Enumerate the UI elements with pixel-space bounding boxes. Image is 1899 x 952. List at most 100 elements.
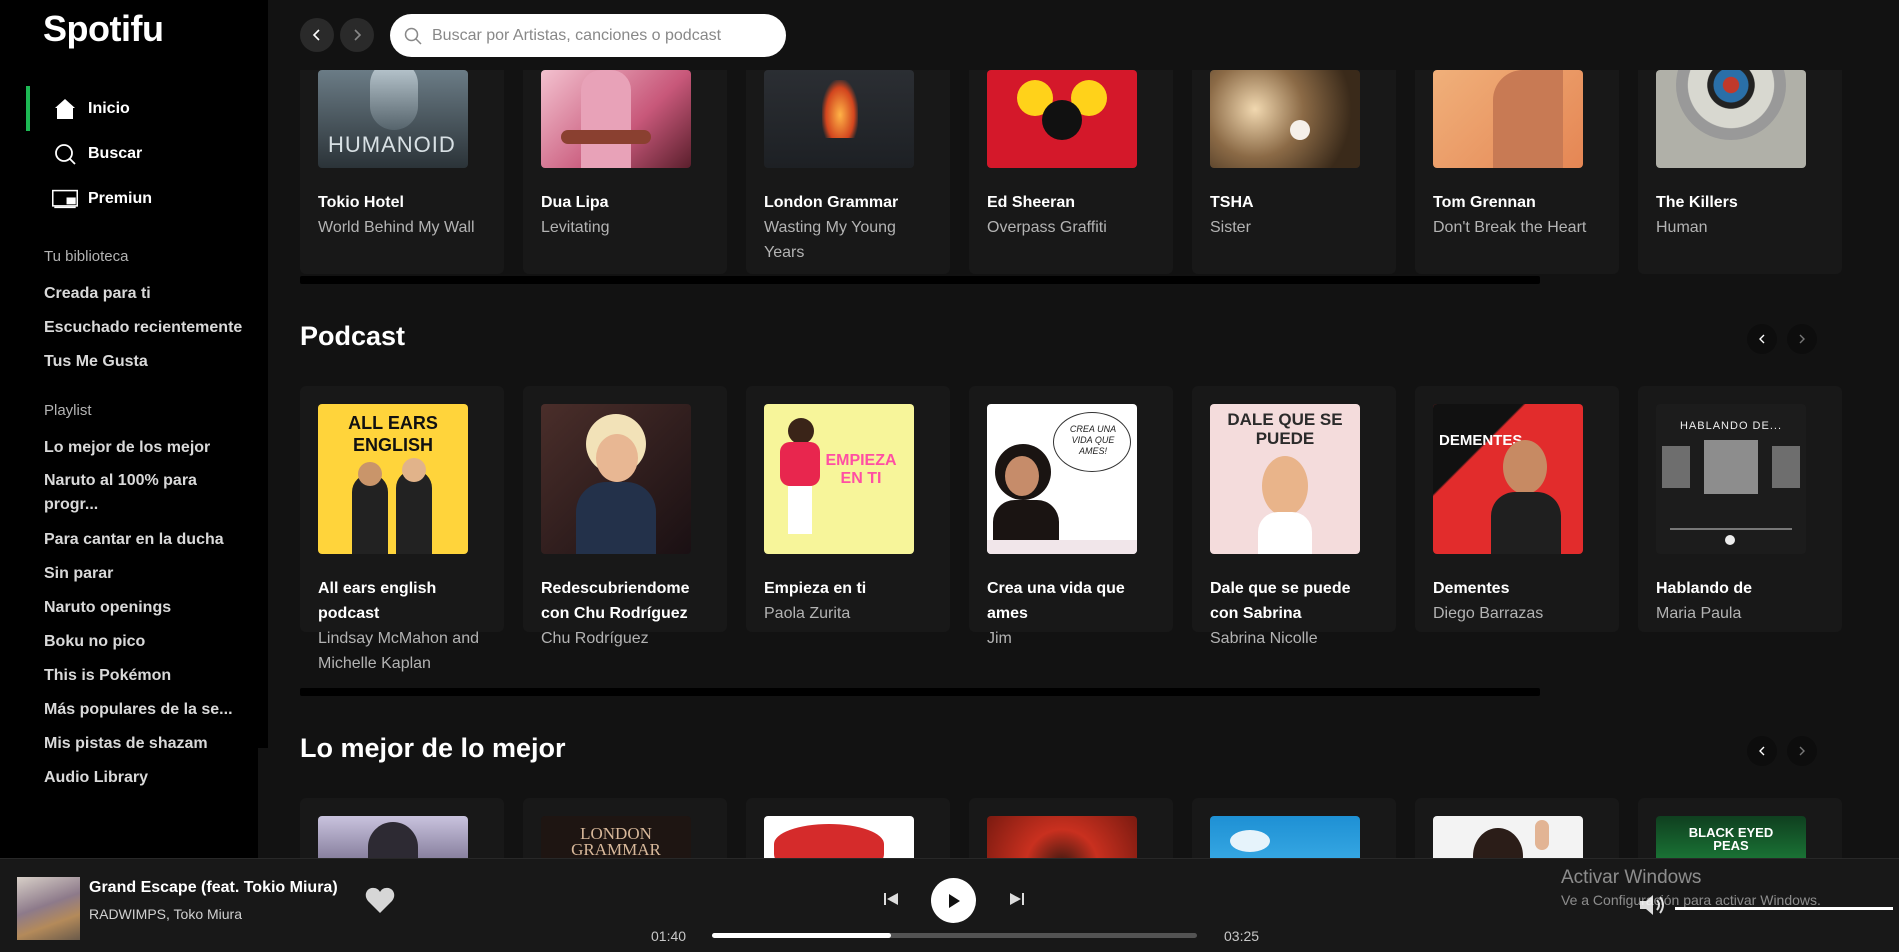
library-item[interactable]: Creada para ti: [44, 277, 264, 311]
album-card[interactable]: [1415, 798, 1619, 858]
like-heart-icon[interactable]: [365, 886, 395, 919]
now-playing-cover[interactable]: [17, 877, 80, 940]
library-item[interactable]: Escuchado recientemente: [44, 311, 264, 345]
album-card[interactable]: BLACK EYED PEAS: [1638, 798, 1842, 858]
forward-button[interactable]: [340, 18, 374, 52]
album-cover: [1433, 816, 1583, 858]
album-cover: LONDON GRAMMAR: [541, 816, 691, 858]
playlist-heading: Playlist: [44, 402, 92, 419]
card-title: Crea una vida que ames: [987, 580, 1125, 622]
playlist-item[interactable]: Para cantar en la ducha: [44, 523, 264, 557]
chevron-left-icon: [312, 29, 320, 41]
song-card[interactable]: TSHA Sister: [1192, 70, 1396, 274]
song-card[interactable]: The Killers Human: [1638, 70, 1842, 274]
podcast-card[interactable]: DEMENTES Dementes Diego Barrazas: [1415, 386, 1619, 632]
card-title: Redescubriendome con Chu Rodríguez: [541, 580, 690, 622]
album-card[interactable]: [746, 798, 950, 858]
chevron-left-icon: [1759, 334, 1765, 344]
song-card[interactable]: Ed Sheeran Overpass Graffiti: [969, 70, 1173, 274]
cover-text: HABLANDO DE...: [1679, 420, 1783, 432]
playlist-item[interactable]: Boku no pico: [44, 625, 264, 659]
card-subtitle: Overpass Graffiti: [987, 219, 1107, 236]
cover-text: BLACK EYED PEAS: [1688, 825, 1774, 853]
play-button[interactable]: [931, 878, 976, 923]
album-card[interactable]: [300, 798, 504, 858]
carousel-prev-button[interactable]: [1747, 736, 1777, 766]
card-subtitle: Diego Barrazas: [1433, 605, 1544, 622]
library-item[interactable]: Tus Me Gusta: [44, 345, 264, 379]
card-title: Dua Lipa: [541, 194, 609, 211]
podcast-card[interactable]: EMPIEZA EN TI Empieza en ti Paola Zurita: [746, 386, 950, 632]
nav-item-buscar[interactable]: Buscar: [26, 131, 258, 176]
elapsed-time: 01:40: [651, 928, 687, 944]
podcast-card[interactable]: HABLANDO DE... Hablando de Maria Paula: [1638, 386, 1842, 632]
nav-item-premiun[interactable]: Premiun: [26, 176, 258, 221]
songs-row-scrollbar[interactable]: [300, 276, 1540, 284]
podcast-card[interactable]: CREA UNA VIDA QUE AMES! Crea una vida qu…: [969, 386, 1173, 647]
app-logo[interactable]: Spotifu: [43, 8, 164, 50]
cover-text: LONDON GRAMMAR: [571, 824, 661, 858]
search-icon: [52, 141, 78, 167]
song-card[interactable]: Tom Grennan Don't Break the Heart: [1415, 70, 1619, 274]
album-card[interactable]: [1192, 798, 1396, 858]
podcast-cover: DEMENTES: [1433, 404, 1583, 554]
card-subtitle: Levitating: [541, 219, 610, 236]
now-playing-title[interactable]: Grand Escape (feat. Tokio Miura): [89, 879, 338, 897]
card-title: All ears english podcast: [318, 580, 437, 622]
album-cover: [1433, 70, 1583, 168]
card-title: Ed Sheeran: [987, 194, 1076, 211]
card-subtitle: Wasting My Young Years: [764, 219, 896, 261]
album-card[interactable]: [969, 798, 1173, 858]
card-title: Tom Grennan: [1433, 194, 1536, 211]
previous-track-button[interactable]: [883, 891, 899, 912]
album-card[interactable]: LONDON GRAMMAR: [523, 798, 727, 858]
album-cover: [541, 70, 691, 168]
podcast-card[interactable]: ALL EARS ENGLISH All ears english podcas…: [300, 386, 504, 672]
section-title-podcast: Podcast: [300, 321, 406, 351]
carousel-next-button[interactable]: [1787, 736, 1817, 766]
nav-item-label: Inicio: [88, 99, 130, 117]
skip-forward-icon: [1010, 893, 1024, 905]
playlist-item[interactable]: Sin parar: [44, 557, 264, 591]
album-cover: [1210, 70, 1360, 168]
podcast-cover: HABLANDO DE...: [1656, 404, 1806, 554]
playlist-item[interactable]: Naruto openings: [44, 591, 264, 625]
podcast-card[interactable]: DALE QUE SE PUEDE Dale que se puede con …: [1192, 386, 1396, 647]
card-subtitle: Sabrina Nicolle: [1210, 630, 1318, 647]
playlist-item[interactable]: Mis pistas de shazam: [44, 727, 264, 761]
volume-slider[interactable]: [1675, 907, 1893, 910]
next-track-button[interactable]: [1009, 891, 1025, 912]
carousel-next-button[interactable]: [1787, 324, 1817, 354]
playlist-item[interactable]: Audio Library: [44, 761, 264, 795]
song-card[interactable]: Dua Lipa Levitating: [523, 70, 727, 274]
song-card[interactable]: HUMANOID Tokio Hotel World Behind My Wal…: [300, 70, 504, 274]
card-title: TSHA: [1210, 194, 1254, 211]
back-button[interactable]: [300, 18, 334, 52]
playlist-item[interactable]: This is Pokémon: [44, 659, 264, 693]
nav-item-inicio[interactable]: Inicio: [26, 86, 258, 131]
search-bar[interactable]: [390, 14, 786, 57]
podcast-row-scrollbar[interactable]: [300, 688, 1540, 696]
now-playing-artist[interactable]: RADWIMPS, Toko Miura: [89, 906, 242, 922]
section-title-best: Lo mejor de lo mejor: [300, 733, 566, 763]
cover-text: HUMANOID: [328, 132, 456, 157]
album-cover: [987, 816, 1137, 858]
cover-text: EMPIEZA EN TI: [825, 452, 897, 487]
album-cover: [1656, 70, 1806, 168]
carousel-prev-button[interactable]: [1747, 324, 1777, 354]
total-duration: 03:25: [1224, 928, 1260, 944]
song-card[interactable]: London Grammar Wasting My Young Years: [746, 70, 950, 274]
progress-bar[interactable]: [712, 933, 1197, 938]
volume-icon[interactable]: [1638, 892, 1668, 923]
playlist-section: Playlist Lo mejor de los mejor Naruto al…: [44, 402, 264, 795]
playlist-item[interactable]: Naruto al 100% para progr...: [44, 469, 224, 517]
podcast-card[interactable]: Redescubriendome con Chu Rodríguez Chu R…: [523, 386, 727, 647]
card-subtitle: Chu Rodríguez: [541, 630, 649, 647]
playlist-item[interactable]: Lo mejor de los mejor: [44, 431, 264, 465]
best-carousel-arrows: [1747, 736, 1817, 766]
best-row: LONDON GRAMMAR BLACK EYED PEAS: [300, 798, 1842, 858]
album-cover: HUMANOID: [318, 70, 468, 168]
search-input[interactable]: [432, 26, 772, 45]
album-cover: [318, 816, 468, 858]
playlist-item[interactable]: Más populares de la se...: [44, 693, 264, 727]
